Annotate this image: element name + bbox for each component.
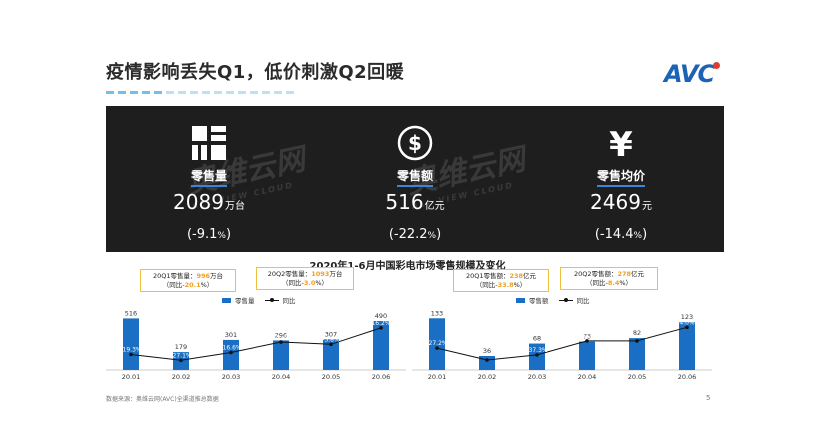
- kpi-value: 2089万台: [173, 190, 245, 214]
- volume-chart: 51620.0117920.0230120.0329620.0430720.05…: [106, 309, 406, 381]
- bar-value-label: 179: [175, 343, 187, 351]
- bar: [679, 322, 695, 370]
- kpi-label: 零售量: [190, 167, 227, 187]
- avc-logo: AVC: [664, 60, 715, 88]
- bar-value-label: 516: [125, 309, 137, 317]
- yoy-label: -37.3%: [526, 347, 548, 354]
- svg-text:¥: ¥: [609, 125, 633, 162]
- bar: [629, 338, 645, 370]
- yoy-label: -16.4%: [626, 333, 648, 340]
- yoy-line: [130, 327, 382, 361]
- x-tick-label: 20.04: [578, 373, 597, 381]
- kpi-change: (-22.2%): [388, 227, 442, 242]
- kpi-panel: 奥维云网 ALL VIEW CLOUD 奥维云网 ALL VIEW CLOUD 零售…: [106, 106, 724, 252]
- bar: [579, 341, 595, 370]
- kpi-change: (-9.1%): [186, 227, 232, 242]
- bar-value-label: 490: [375, 312, 387, 320]
- bar: [123, 318, 139, 370]
- grid-icon: [192, 126, 226, 160]
- callout-q1-volume: 20Q1零售量：996万台 （同比-20.1%）: [140, 269, 236, 292]
- page-title: 疫情影响丢失Q1，低价刺激Q2回暖: [106, 62, 405, 83]
- x-tick-label: 20.01: [122, 373, 141, 381]
- revenue-chart: 13320.013620.026820.037320.048220.051232…: [412, 309, 712, 381]
- bar-value-label: 36: [483, 347, 491, 355]
- x-tick-label: 20.03: [528, 373, 547, 381]
- callout-q2-volume: 20Q2零售量：1093万台 （同比-3.0%）: [256, 267, 354, 290]
- kpi-change: (-14.4%): [594, 227, 648, 242]
- title-underline-dots: [106, 91, 294, 94]
- data-source-note: 数据来源：奥维云网(AVC)全渠道推总数据: [106, 396, 219, 403]
- x-tick-label: 20.02: [172, 373, 191, 381]
- yoy-line: [436, 326, 688, 361]
- x-tick-label: 20.02: [478, 373, 497, 381]
- kpi-revenue: $ 零售额 516亿元 (-22.2%): [312, 106, 518, 252]
- yoy-label: -16.3%: [576, 333, 598, 340]
- bar: [273, 340, 289, 370]
- page-number: 5: [706, 394, 711, 402]
- bar: [479, 356, 495, 370]
- yoy-label: -27.1%: [170, 352, 192, 359]
- kpi-value: 516亿元: [385, 190, 445, 214]
- x-tick-label: 20.05: [322, 373, 341, 381]
- x-tick-label: 20.03: [222, 373, 241, 381]
- bar-value-label: 133: [431, 309, 443, 317]
- yoy-label: -19.3%: [120, 346, 142, 353]
- yoy-label: 4.0%: [679, 319, 695, 326]
- callout-q2-revenue: 20Q2零售额：278亿元 （同比-8.4%）: [560, 267, 658, 290]
- yoy-label: -2.7%: [272, 334, 290, 341]
- bar-value-label: 301: [225, 331, 237, 339]
- yen-icon: ¥: [609, 125, 633, 162]
- chart-title: 2020年1-6月中国彩电市场零售规模及变化: [309, 261, 506, 272]
- kpi-label: 零售均价: [596, 167, 645, 187]
- x-tick-label: 20.06: [678, 373, 697, 381]
- kpi-avg-price: ¥ 零售均价 2469元 (-14.4%): [518, 106, 724, 252]
- yoy-label: -5.8%: [322, 336, 340, 343]
- kpi-value: 2469元: [590, 190, 652, 214]
- kpi-label: 零售额: [396, 167, 433, 187]
- x-tick-label: 20.05: [628, 373, 647, 381]
- yoy-label: 16.2%: [371, 320, 390, 327]
- kpi-volume: 零售量 2089万台 (-9.1%): [106, 106, 312, 252]
- yoy-point: [485, 358, 489, 362]
- x-tick-label: 20.01: [428, 373, 447, 381]
- yoy-label: -27.2%: [426, 340, 448, 347]
- dollar-coin-icon: $: [397, 125, 433, 161]
- bar-value-label: 68: [533, 335, 541, 343]
- yoy-label: -16.6%: [220, 344, 242, 351]
- x-tick-label: 20.06: [372, 373, 391, 381]
- x-tick-label: 20.04: [272, 373, 291, 381]
- callout-q1-revenue: 20Q1零售额：238亿元 （同比-33.8%）: [453, 269, 549, 292]
- svg-text:$: $: [408, 131, 422, 155]
